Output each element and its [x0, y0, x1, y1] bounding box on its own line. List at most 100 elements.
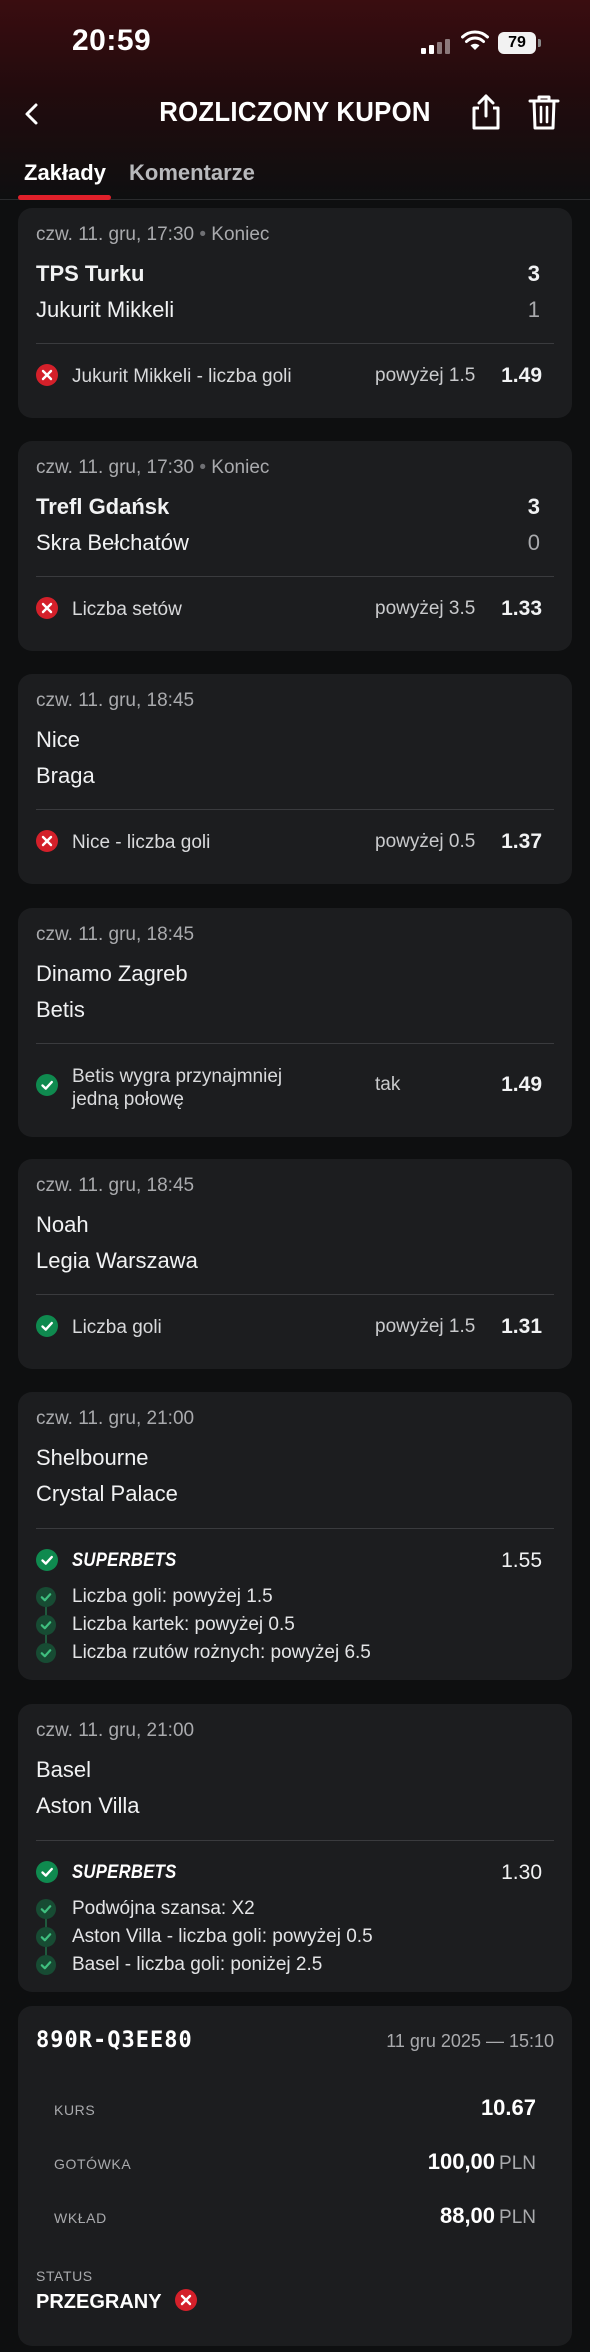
selection-pick: tak [375, 1074, 401, 1095]
odds-label: KURS [54, 2102, 96, 2118]
match-date: czw. 11. gru, 21:00 [36, 1408, 195, 1429]
away-team: Braga [36, 763, 95, 788]
tab-zaklady[interactable]: Zakłady [24, 160, 106, 186]
tab-bar: Zakłady Komentarze [0, 150, 590, 200]
sub-check-icon [36, 1615, 56, 1635]
sub-check-icon [36, 1899, 56, 1919]
coupon-timestamp: 11 gru 2025 — 15:10 [386, 2031, 554, 2051]
home-score: 3 [527, 494, 540, 519]
status-value: PRZEGRANY [36, 2289, 197, 2314]
won-check-icon [36, 1074, 58, 1096]
match-date: czw. 11. gru, 18:45 [36, 1175, 195, 1196]
won-check-icon [36, 1861, 58, 1883]
home-team: Nice [36, 727, 81, 752]
lost-x-icon [36, 597, 58, 619]
superbets-item: Liczba rzutów rożnych: powyżej 6.5 [72, 1642, 371, 1663]
status-time: 20:59 [72, 24, 152, 57]
divider [36, 809, 554, 810]
payout-value: 100,00 PLN [427, 2149, 536, 2174]
bet-card[interactable]: czw. 11. gru, 17:30 • Koniec TPS Turku 3… [18, 208, 572, 418]
active-tab-indicator [18, 195, 111, 200]
home-team: Shelbourne [36, 1445, 149, 1470]
sub-check-icon [36, 1955, 56, 1975]
bet-card[interactable]: czw. 11. gru, 17:30 • Koniec Trefl Gdańs… [18, 441, 572, 651]
selection-name: Betis wygra przynajmniej jedną połowę [72, 1066, 283, 1110]
superbets-odds: 1.55 [501, 1549, 542, 1572]
share-icon[interactable] [468, 92, 504, 132]
away-team: Crystal Palace [36, 1481, 178, 1506]
selection-odds: 1.37 [501, 830, 542, 853]
away-team: Legia Warszawa [36, 1248, 198, 1273]
match-date: czw. 11. gru, 18:45 [36, 690, 195, 711]
bet-card[interactable]: czw. 11. gru, 18:45 Dinamo Zagreb Betis … [18, 908, 572, 1137]
away-score: 0 [527, 530, 540, 555]
home-team: Basel [36, 1757, 92, 1782]
sub-check-icon [36, 1587, 56, 1607]
lost-x-icon [36, 364, 58, 386]
superbets-item: Liczba kartek: powyżej 0.5 [72, 1614, 295, 1635]
away-team: Aston Villa [36, 1793, 140, 1818]
won-check-icon [36, 1315, 58, 1337]
tab-komentarze[interactable]: Komentarze [129, 160, 255, 186]
selection-odds: 1.49 [501, 364, 542, 387]
selection-odds: 1.31 [501, 1315, 542, 1338]
selection-pick: powyżej 0.5 [375, 831, 476, 852]
coupon-code[interactable]: 890R-Q3EE80 [36, 2028, 193, 2053]
sub-check-icon [36, 1643, 56, 1663]
home-team: Trefl Gdańsk [36, 494, 170, 519]
bet-card[interactable]: czw. 11. gru, 18:45 Nice Braga Nice - li… [18, 674, 572, 884]
match-date: czw. 11. gru, 18:45 [36, 924, 195, 945]
divider [36, 1294, 554, 1295]
superbets-item: Liczba goli: powyżej 1.5 [72, 1586, 273, 1607]
cellular-signal-icon [421, 38, 451, 54]
match-date: czw. 11. gru, 21:00 [36, 1720, 195, 1741]
odds-value: 10.67 [480, 2095, 536, 2120]
selection-pick: powyżej 1.5 [375, 1316, 476, 1337]
superbets-card[interactable]: czw. 11. gru, 21:00 Basel Aston Villa SU… [18, 1704, 572, 1992]
nav-header: ROZLICZONY KUPON [0, 86, 590, 142]
superbets-item: Aston Villa - liczba goli: powyżej 0.5 [72, 1926, 373, 1947]
stake-value: 88,00 PLN [439, 2203, 536, 2228]
home-team: Noah [36, 1212, 89, 1237]
selection-name: Liczba setów [72, 599, 182, 620]
away-team: Skra Bełchatów [36, 530, 189, 555]
divider [36, 1043, 554, 1044]
status-label: STATUS [36, 2268, 93, 2284]
selection-odds: 1.49 [501, 1073, 542, 1096]
bet-card[interactable]: czw. 11. gru, 18:45 Noah Legia Warszawa … [18, 1159, 572, 1369]
sub-check-icon [36, 1927, 56, 1947]
battery-icon: 79 [498, 32, 541, 54]
trash-icon[interactable] [526, 92, 562, 132]
selection-odds: 1.33 [501, 597, 542, 620]
status-bar: 20:59 79 [0, 0, 590, 86]
selection-name: Jukurit Mikkeli - liczba goli [72, 366, 292, 387]
superbets-label: SUPERBETS [72, 1550, 177, 1571]
divider [36, 343, 554, 344]
match-date: czw. 11. gru, 17:30 • Koniec [36, 457, 270, 478]
superbets-card[interactable]: czw. 11. gru, 21:00 Shelbourne Crystal P… [18, 1392, 572, 1680]
divider [36, 1840, 554, 1841]
superbets-item: Basel - liczba goli: poniżej 2.5 [72, 1954, 323, 1975]
home-team: TPS Turku [36, 261, 145, 286]
superbets-odds: 1.30 [501, 1861, 542, 1884]
home-team: Dinamo Zagreb [36, 961, 188, 986]
lost-x-icon [174, 2289, 197, 2311]
selection-pick: powyżej 1.5 [375, 365, 476, 386]
selection-pick: powyżej 3.5 [375, 598, 476, 619]
selection-name: Liczba goli [72, 1317, 162, 1338]
divider [36, 1528, 554, 1529]
stake-label: WKŁAD [54, 2210, 107, 2226]
payout-label: GOTÓWKA [54, 2156, 132, 2172]
superbets-label: SUPERBETS [72, 1862, 177, 1883]
away-team: Jukurit Mikkeli [36, 297, 175, 322]
home-score: 3 [527, 261, 540, 286]
superbets-item: Podwójna szansa: X2 [72, 1898, 255, 1919]
coupon-summary: 890R-Q3EE80 11 gru 2025 — 15:10 KURS 10.… [18, 2006, 572, 2346]
away-team: Betis [36, 997, 85, 1022]
lost-x-icon [36, 830, 58, 852]
away-score: 1 [527, 297, 540, 322]
wifi-icon [461, 30, 489, 50]
match-date: czw. 11. gru, 17:30 • Koniec [36, 224, 270, 245]
selection-name: Nice - liczba goli [72, 832, 211, 853]
won-check-icon [36, 1549, 58, 1571]
